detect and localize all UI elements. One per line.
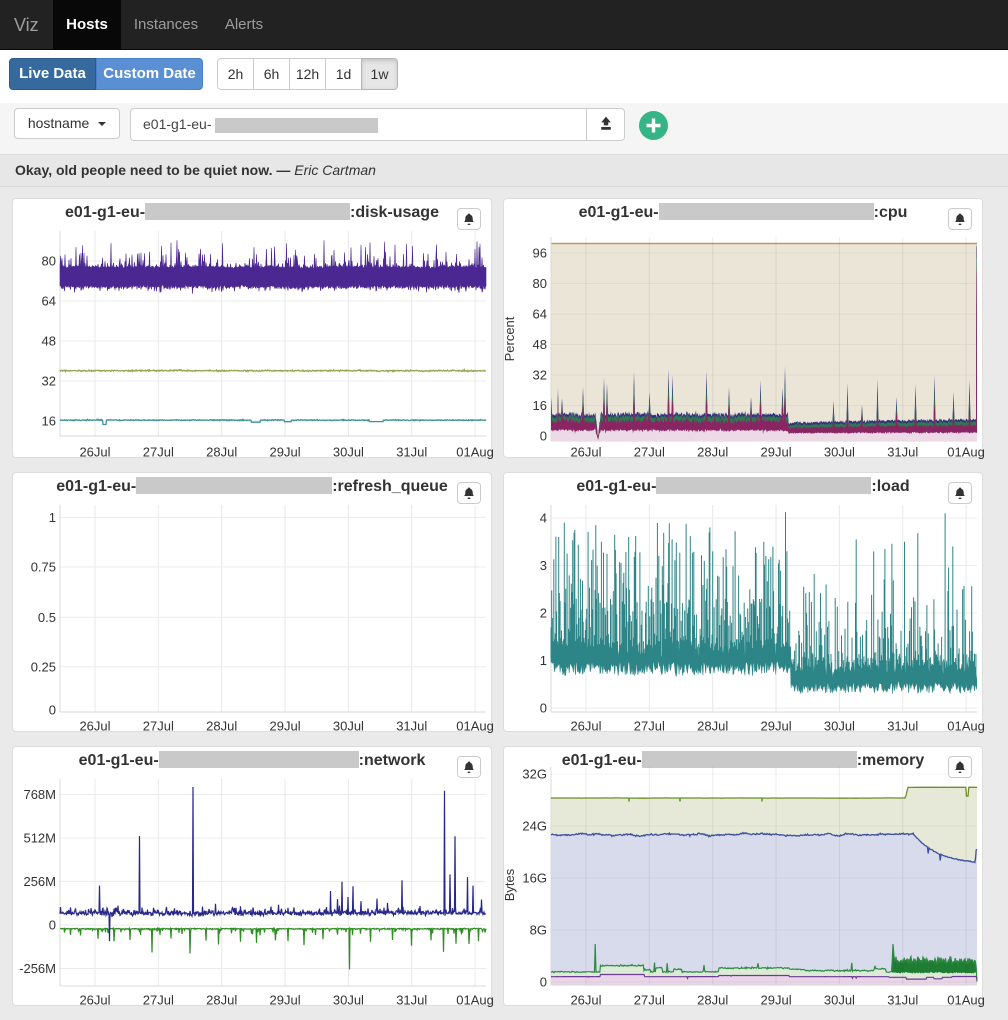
- svg-text:256M: 256M: [23, 874, 56, 889]
- svg-text:4: 4: [540, 511, 547, 526]
- svg-text:0: 0: [49, 702, 56, 717]
- svg-text:26Jul: 26Jul: [79, 445, 110, 460]
- svg-text:29Jul: 29Jul: [761, 719, 792, 734]
- svg-text:16: 16: [533, 398, 547, 413]
- svg-text:01Aug: 01Aug: [456, 993, 494, 1008]
- svg-text:0.25: 0.25: [31, 659, 56, 674]
- svg-text:26Jul: 26Jul: [79, 719, 110, 734]
- svg-text:27Jul: 27Jul: [143, 719, 174, 734]
- svg-text:64: 64: [533, 307, 547, 322]
- svg-text:Bytes: Bytes: [502, 868, 517, 901]
- svg-text:8G: 8G: [530, 923, 547, 938]
- svg-text:48: 48: [533, 337, 547, 352]
- svg-text:0.75: 0.75: [31, 560, 56, 575]
- svg-text:28Jul: 28Jul: [206, 719, 237, 734]
- svg-text:29Jul: 29Jul: [761, 445, 792, 460]
- svg-text:28Jul: 28Jul: [697, 719, 728, 734]
- svg-text:32: 32: [533, 368, 547, 383]
- svg-text:28Jul: 28Jul: [206, 993, 237, 1008]
- svg-text:768M: 768M: [23, 787, 56, 802]
- svg-text:24G: 24G: [522, 819, 547, 834]
- svg-text:01Aug: 01Aug: [456, 445, 494, 460]
- svg-text:31Jul: 31Jul: [887, 445, 918, 460]
- svg-text:01Aug: 01Aug: [947, 445, 985, 460]
- svg-text:27Jul: 27Jul: [143, 993, 174, 1008]
- svg-text:0: 0: [49, 918, 56, 933]
- svg-text:30Jul: 30Jul: [824, 993, 855, 1008]
- svg-text:31Jul: 31Jul: [887, 719, 918, 734]
- svg-text:27Jul: 27Jul: [143, 445, 174, 460]
- svg-text:28Jul: 28Jul: [697, 993, 728, 1008]
- svg-text:31Jul: 31Jul: [396, 719, 427, 734]
- svg-text:29Jul: 29Jul: [270, 445, 301, 460]
- svg-text:27Jul: 27Jul: [634, 445, 665, 460]
- svg-text:16G: 16G: [522, 871, 547, 886]
- svg-text:26Jul: 26Jul: [570, 445, 601, 460]
- svg-text:29Jul: 29Jul: [270, 993, 301, 1008]
- svg-text:01Aug: 01Aug: [947, 993, 985, 1008]
- svg-text:27Jul: 27Jul: [634, 993, 665, 1008]
- svg-text:80: 80: [42, 254, 56, 269]
- svg-text:64: 64: [42, 294, 56, 309]
- svg-text:01Aug: 01Aug: [456, 719, 494, 734]
- svg-text:31Jul: 31Jul: [887, 993, 918, 1008]
- svg-text:1: 1: [49, 510, 56, 525]
- svg-text:0.5: 0.5: [38, 610, 56, 625]
- svg-text:30Jul: 30Jul: [333, 445, 364, 460]
- svg-text:1: 1: [540, 653, 547, 668]
- svg-text:26Jul: 26Jul: [570, 719, 601, 734]
- svg-text:31Jul: 31Jul: [396, 445, 427, 460]
- svg-text:30Jul: 30Jul: [824, 445, 855, 460]
- svg-text:32: 32: [42, 374, 56, 389]
- svg-text:0: 0: [540, 429, 547, 444]
- svg-text:-256M: -256M: [19, 961, 56, 976]
- svg-text:48: 48: [42, 334, 56, 349]
- svg-text:29Jul: 29Jul: [270, 719, 301, 734]
- svg-text:0: 0: [540, 975, 547, 990]
- svg-text:3: 3: [540, 558, 547, 573]
- svg-text:80: 80: [533, 276, 547, 291]
- svg-text:Percent: Percent: [502, 316, 517, 361]
- svg-text:30Jul: 30Jul: [333, 719, 364, 734]
- svg-text:28Jul: 28Jul: [697, 445, 728, 460]
- svg-text:512M: 512M: [23, 831, 56, 846]
- svg-text:28Jul: 28Jul: [206, 445, 237, 460]
- svg-text:26Jul: 26Jul: [79, 993, 110, 1008]
- svg-text:32G: 32G: [522, 767, 547, 782]
- svg-text:96: 96: [533, 246, 547, 261]
- svg-text:26Jul: 26Jul: [570, 993, 601, 1008]
- svg-text:2: 2: [540, 606, 547, 621]
- svg-text:16: 16: [42, 414, 56, 429]
- svg-text:01Aug: 01Aug: [947, 719, 985, 734]
- svg-text:27Jul: 27Jul: [634, 719, 665, 734]
- svg-text:30Jul: 30Jul: [824, 719, 855, 734]
- svg-text:29Jul: 29Jul: [761, 993, 792, 1008]
- svg-text:31Jul: 31Jul: [396, 993, 427, 1008]
- svg-text:0: 0: [540, 701, 547, 716]
- svg-text:30Jul: 30Jul: [333, 993, 364, 1008]
